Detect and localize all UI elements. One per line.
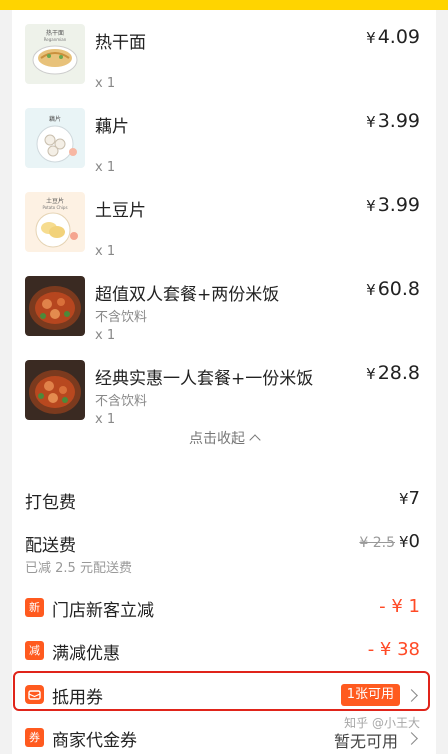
top-color-bar — [0, 0, 448, 10]
collapse-toggle[interactable]: 点击收起 — [12, 428, 436, 448]
currency-symbol: ¥ — [366, 365, 376, 383]
new-customer-value: - ¥ 1 — [379, 596, 420, 617]
dish-thumbnail — [25, 276, 85, 336]
dish-thumbnail: 土豆片 Potato Chips — [25, 192, 85, 252]
dish-name: 藕片 — [95, 117, 129, 137]
new-customer-label: 门店新客立减 — [52, 601, 154, 621]
currency-symbol: ¥ — [366, 29, 376, 47]
dish-price: ¥4.09 — [366, 26, 420, 48]
chevron-up-icon — [249, 434, 261, 446]
order-card: 热干面 Reganmian 热干面 x 1 ¥4.09 藕片 藕片 x 1 ¥3… — [12, 10, 436, 754]
merchant-voucher-row[interactable]: 券 商家代金券 暂无可用 知乎 @小王大 — [12, 716, 436, 754]
currency-symbol: ¥ — [399, 490, 409, 508]
list-item[interactable]: 热干面 Reganmian 热干面 x 1 ¥4.09 — [12, 22, 436, 106]
currency-symbol: ¥ — [366, 281, 376, 299]
list-item[interactable]: 超值双人套餐+两份米饭 不含饮料 x 1 ¥60.8 — [12, 274, 436, 358]
dish-quantity: x 1 — [95, 160, 116, 175]
dish-thumbnail: 热干面 Reganmian — [25, 24, 85, 84]
voucher-highlight-frame — [13, 671, 430, 711]
merchant-voucher-label: 商家代金券 — [52, 731, 137, 751]
reduction-badge-icon: 减 — [25, 641, 44, 660]
dish-name: 超值双人套餐+两份米饭 — [95, 285, 280, 305]
dish-name: 热干面 — [95, 33, 146, 53]
packing-fee-label: 打包费 — [25, 493, 76, 513]
delivery-fee-label: 配送费 — [25, 536, 76, 556]
delivery-fee-row: 配送费 ¥ 2.5 ¥0 已减 2.5 元配送费 — [12, 531, 436, 581]
price-value: 60.8 — [377, 278, 420, 300]
price-value: 28.8 — [377, 362, 420, 384]
list-item[interactable]: 土豆片 Potato Chips 土豆片 x 1 ¥3.99 — [12, 190, 436, 274]
delivery-discount-note: 已减 2.5 元配送费 — [25, 561, 132, 576]
thumb-caption: 土豆片 — [46, 197, 64, 205]
packing-fee-amount: 7 — [408, 488, 420, 509]
currency-symbol: ¥ — [399, 533, 409, 551]
dish-quantity: x 1 — [95, 244, 116, 259]
coupon-badge-icon: 券 — [25, 728, 44, 747]
dish-thumbnail: 藕片 — [25, 108, 85, 168]
dish-price: ¥3.99 — [366, 194, 420, 216]
price-value: 3.99 — [377, 110, 420, 132]
list-item[interactable]: 藕片 藕片 x 1 ¥3.99 — [12, 106, 436, 190]
currency-symbol: ¥ — [366, 197, 376, 215]
thumb-caption: 热干面 — [46, 29, 64, 37]
thumb-caption-en: Potato Chips — [42, 205, 67, 210]
dish-note: 不含饮料 — [95, 394, 148, 409]
full-reduction-row: 减 满减优惠 - ¥ 38 — [12, 639, 436, 669]
thumb-caption-en: Reganmian — [44, 37, 67, 42]
new-badge-icon: 新 — [25, 598, 44, 617]
currency-symbol: ¥ — [366, 113, 376, 131]
watermark: 知乎 @小王大 — [344, 716, 420, 730]
collapse-label: 点击收起 — [189, 431, 245, 447]
chevron-right-icon — [405, 732, 418, 745]
dish-price: ¥28.8 — [366, 362, 420, 384]
delivery-fee-value: ¥ 2.5 ¥0 — [359, 531, 420, 552]
delivery-fee-amount: 0 — [408, 531, 420, 552]
dish-quantity: x 1 — [95, 328, 116, 343]
dish-thumbnail — [25, 360, 85, 420]
packing-fee-row: 打包费 ¥7 — [12, 488, 436, 518]
full-reduction-label: 满减优惠 — [52, 644, 120, 664]
dish-quantity: x 1 — [95, 412, 116, 427]
packing-fee-value: ¥7 — [399, 488, 420, 509]
original-delivery-fee: ¥ 2.5 — [359, 535, 395, 551]
dish-price: ¥60.8 — [366, 278, 420, 300]
price-value: 3.99 — [377, 194, 420, 216]
merchant-voucher-status: 暂无可用 — [333, 732, 398, 751]
full-reduction-value: - ¥ 38 — [367, 639, 420, 660]
dish-quantity: x 1 — [95, 76, 116, 91]
dish-name: 经典实惠一人套餐+一份米饭 — [95, 369, 314, 389]
dish-name: 土豆片 — [95, 201, 146, 221]
dish-note: 不含饮料 — [95, 310, 148, 325]
thumb-caption: 藕片 — [49, 115, 61, 123]
dish-price: ¥3.99 — [366, 110, 420, 132]
new-customer-discount-row: 新 门店新客立减 - ¥ 1 — [12, 596, 436, 626]
price-value: 4.09 — [377, 26, 420, 48]
